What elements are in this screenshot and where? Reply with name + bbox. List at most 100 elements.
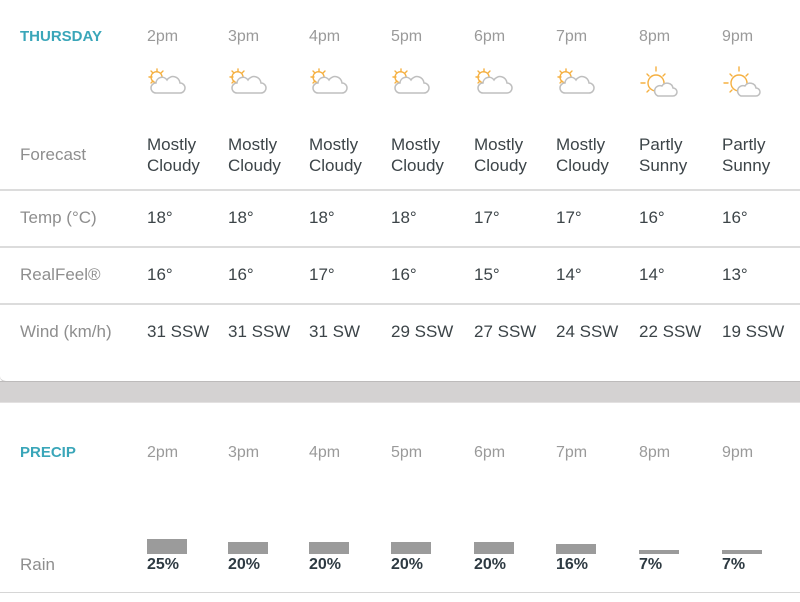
bottom-divider xyxy=(0,592,800,593)
temp-cell: 16° xyxy=(639,208,665,227)
forecast-line-2: Cloudy xyxy=(391,156,444,175)
wind-cell: 31 SSW xyxy=(147,322,210,341)
rain-percent: 25% xyxy=(147,556,180,573)
realfeel-cell: 15° xyxy=(474,265,500,284)
precip-title: PRECIP xyxy=(20,444,76,461)
mostly-cloudy-icon xyxy=(228,66,268,100)
rain-percent: 16% xyxy=(556,556,589,573)
wind-cell: 19 SSW xyxy=(722,322,785,341)
temp-cell: 17° xyxy=(556,208,582,227)
mostly-cloudy-icon xyxy=(474,66,514,100)
forecast-line-2: Cloudy xyxy=(556,156,609,175)
wind-cell: 22 SSW xyxy=(639,322,702,341)
realfeel-cell: 16° xyxy=(391,265,417,284)
forecast-line-1: Mostly xyxy=(391,135,441,154)
rain-percent: 7% xyxy=(639,556,663,573)
section-separator xyxy=(0,381,800,403)
forecast-line-2: Sunny xyxy=(722,156,771,175)
realfeel-cell: 13° xyxy=(722,265,748,284)
mostly-cloudy-icon xyxy=(556,66,596,100)
forecast-cell: Mostly Cloudy xyxy=(309,134,362,176)
forecast-line-1: Partly xyxy=(639,135,683,154)
precip-hour-label: 5pm xyxy=(391,444,423,461)
hour-label: 9pm xyxy=(722,28,754,45)
forecast-line-1: Partly xyxy=(722,135,766,154)
forecast-cell: Mostly Cloudy xyxy=(147,134,200,176)
row-divider xyxy=(0,303,800,305)
precip-card: PRECIP 2pm 3pm 4pm 5pm 6pm 7pm 8pm 9pm Rain 25%… xyxy=(0,403,800,602)
rain-percent: 20% xyxy=(228,556,261,573)
row-divider xyxy=(0,189,800,191)
hourly-forecast-card: THURSDAY 2pm 3pm 4pm 5pm 6pm 7pm 8pm 9pm xyxy=(0,0,800,382)
partly-sunny-icon xyxy=(722,66,762,100)
rain-bar xyxy=(228,542,268,554)
hour-label: 5pm xyxy=(391,28,423,45)
day-title: THURSDAY xyxy=(20,28,102,45)
realfeel-cell: 16° xyxy=(147,265,173,284)
precip-hour-label: 7pm xyxy=(556,444,588,461)
wind-cell: 31 SSW xyxy=(228,322,291,341)
forecast-cell: Mostly Cloudy xyxy=(391,134,444,176)
hour-label: 3pm xyxy=(228,28,260,45)
precip-hour-label: 6pm xyxy=(474,444,506,461)
temp-cell: 16° xyxy=(722,208,748,227)
forecast-line-2: Cloudy xyxy=(474,156,527,175)
rain-percent: 20% xyxy=(391,556,424,573)
precip-hour-label: 9pm xyxy=(722,444,754,461)
forecast-line-2: Cloudy xyxy=(228,156,281,175)
hour-label: 7pm xyxy=(556,28,588,45)
hour-label: 4pm xyxy=(309,28,341,45)
precip-hour-label: 4pm xyxy=(309,444,341,461)
forecast-cell: Mostly Cloudy xyxy=(474,134,527,176)
mostly-cloudy-icon xyxy=(147,66,187,100)
temp-cell: 18° xyxy=(228,208,254,227)
rain-bar xyxy=(147,539,187,554)
rain-percent: 20% xyxy=(309,556,342,573)
wind-row-label: Wind (km/h) xyxy=(20,322,112,341)
wind-cell: 27 SSW xyxy=(474,322,537,341)
realfeel-cell: 14° xyxy=(639,265,665,284)
realfeel-cell: 17° xyxy=(309,265,335,284)
rain-bar xyxy=(639,550,679,554)
forecast-line-1: Mostly xyxy=(147,135,197,154)
forecast-line-1: Mostly xyxy=(228,135,278,154)
wind-cell: 24 SSW xyxy=(556,322,619,341)
rain-row-label: Rain xyxy=(20,555,55,574)
forecast-cell: Mostly Cloudy xyxy=(228,134,281,176)
precip-hour-label: 8pm xyxy=(639,444,671,461)
rain-percent: 20% xyxy=(474,556,507,573)
rain-bar xyxy=(722,550,762,554)
forecast-cell: Partly Sunny xyxy=(639,134,687,176)
realfeel-cell: 14° xyxy=(556,265,582,284)
mostly-cloudy-icon xyxy=(309,66,349,100)
hour-label: 8pm xyxy=(639,28,671,45)
rain-bar xyxy=(309,542,349,554)
temp-cell: 17° xyxy=(474,208,500,227)
forecast-line-1: Mostly xyxy=(309,135,359,154)
mostly-cloudy-icon xyxy=(391,66,431,100)
wind-cell: 29 SSW xyxy=(391,322,454,341)
forecast-row-label: Forecast xyxy=(20,145,87,164)
rain-bar xyxy=(556,544,596,554)
forecast-line-2: Cloudy xyxy=(147,156,200,175)
temp-cell: 18° xyxy=(147,208,173,227)
forecast-line-2: Cloudy xyxy=(309,156,362,175)
forecast-cell: Partly Sunny xyxy=(722,134,770,176)
rain-percent: 7% xyxy=(722,556,746,573)
realfeel-row-label: RealFeel® xyxy=(20,265,101,284)
forecast-cell: Mostly Cloudy xyxy=(556,134,609,176)
row-divider xyxy=(0,246,800,248)
forecast-line-1: Mostly xyxy=(474,135,524,154)
forecast-line-1: Mostly xyxy=(556,135,606,154)
wind-cell: 31 SW xyxy=(309,322,361,341)
rain-bar xyxy=(391,542,431,554)
temp-cell: 18° xyxy=(309,208,335,227)
precip-hour-label: 3pm xyxy=(228,444,260,461)
temp-row-label: Temp (°C) xyxy=(20,208,97,227)
temp-cell: 18° xyxy=(391,208,417,227)
precip-hour-label: 2pm xyxy=(147,444,179,461)
forecast-line-2: Sunny xyxy=(639,156,688,175)
hour-label: 2pm xyxy=(147,28,179,45)
hour-label: 6pm xyxy=(474,28,506,45)
partly-sunny-icon xyxy=(639,66,679,100)
